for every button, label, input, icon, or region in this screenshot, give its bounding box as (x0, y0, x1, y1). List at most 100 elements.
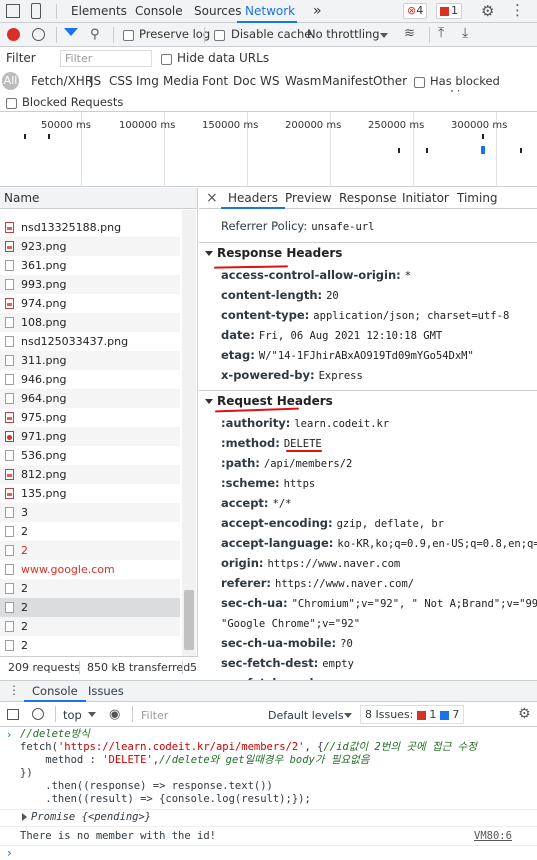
type-media[interactable]: Media (163, 74, 199, 88)
request-row[interactable]: 2 (0, 522, 180, 541)
request-row[interactable]: 108.png (0, 313, 180, 332)
header-row: sec-ch-ua-mobile: ?0 (221, 636, 353, 651)
preserve-log-checkbox[interactable] (123, 28, 134, 42)
disable-cache-checkbox[interactable] (214, 28, 225, 42)
type-fetch-xhr[interactable]: Fetch/XHR (31, 74, 93, 88)
type-ws[interactable]: WS (260, 74, 279, 88)
scrollbar-thumb[interactable] (184, 590, 194, 650)
more-tabs-button[interactable]: » (313, 0, 322, 23)
request-row[interactable]: 536.png (0, 446, 180, 465)
tab-elements[interactable]: Elements (71, 0, 127, 23)
issues-count-badge[interactable]: 1 (436, 3, 462, 19)
request-headers-section[interactable]: Request Headers (199, 390, 537, 411)
request-name: 3 (21, 506, 28, 519)
request-name: 2 (21, 601, 28, 614)
response-headers-section[interactable]: Response Headers (199, 242, 537, 263)
name-column-header[interactable]: Name (0, 188, 197, 209)
request-row[interactable]: 2 (0, 541, 180, 560)
request-row[interactable]: 923.png (0, 237, 180, 256)
console-prompt[interactable]: › (7, 846, 12, 860)
request-row-partial[interactable] (0, 209, 180, 218)
type-css[interactable]: CSS (109, 74, 133, 88)
clear-console-icon[interactable] (32, 708, 44, 720)
export-har-icon[interactable]: ⤓ (462, 25, 468, 41)
document-file-icon (5, 393, 14, 404)
network-conditions-icon[interactable]: ≋ (404, 26, 415, 41)
issues-counter[interactable]: 8 Issues: 1 7 (360, 705, 465, 724)
clear-icon[interactable] (32, 28, 45, 41)
drawer-tab-console[interactable]: Console (24, 681, 86, 702)
triangle-down-icon (205, 399, 213, 404)
request-name: 946.png (21, 373, 67, 386)
request-row[interactable]: 946.png (0, 370, 180, 389)
type-doc[interactable]: Doc (233, 74, 256, 88)
context-select[interactable]: top (63, 708, 82, 722)
request-row[interactable]: nsd13325188.png (0, 218, 180, 237)
search-icon[interactable]: ⚲ (90, 27, 100, 42)
device-toolbar-icon[interactable] (31, 3, 41, 19)
log-levels-select[interactable]: Default levels (268, 709, 344, 722)
request-row[interactable]: nsd125033437.png (0, 332, 180, 351)
request-row[interactable]: 311.png (0, 351, 180, 370)
timeline-overview[interactable]: 50000 ms 100000 ms 150000 ms 200000 ms 2… (0, 112, 537, 187)
request-row[interactable]: 2 (0, 636, 180, 655)
blocked-requests-checkbox[interactable] (6, 96, 17, 110)
request-row[interactable]: 971.png (0, 427, 180, 446)
request-row[interactable]: 135.png (0, 484, 180, 503)
request-name: 812.png (21, 468, 67, 481)
sidebar-toggle-icon[interactable] (7, 709, 19, 720)
close-icon[interactable]: × (206, 188, 218, 209)
type-manifest[interactable]: Manifest (322, 74, 373, 88)
request-row[interactable]: 993.png (0, 275, 180, 294)
drawer-tab-issues[interactable]: Issues (88, 681, 124, 702)
tab-console[interactable]: Console (135, 0, 183, 23)
more-options-icon[interactable]: ⋮ (510, 1, 525, 19)
tab-response[interactable]: Response (339, 188, 397, 209)
inspect-element-icon[interactable] (6, 4, 20, 18)
console-settings-icon[interactable]: ⚙ (518, 706, 531, 722)
import-har-icon[interactable]: ⤒ (438, 25, 444, 41)
request-row[interactable]: 2 (0, 579, 180, 598)
expand-triangle-icon[interactable] (22, 813, 27, 821)
promise-result[interactable]: Promise {<pending>} (31, 811, 151, 824)
hide-data-urls-checkbox[interactable] (161, 52, 172, 66)
error-count-badge[interactable]: ⊗4 (403, 3, 428, 19)
request-name: 2 (21, 544, 28, 557)
tab-network[interactable]: Network (237, 0, 297, 23)
settings-gear-icon[interactable]: ⚙ (481, 2, 494, 20)
record-icon[interactable] (7, 28, 20, 41)
header-value: Express (318, 370, 363, 382)
tab-preview[interactable]: Preview (285, 188, 332, 209)
request-list-scrollbar[interactable] (182, 210, 196, 666)
filter-input[interactable]: Filter (60, 50, 152, 67)
drawer-menu-icon[interactable]: ⋮ (8, 683, 20, 697)
tab-timing[interactable]: Timing (457, 188, 498, 209)
console-filter-input[interactable]: Filter (141, 709, 168, 722)
type-js[interactable]: JS (90, 74, 101, 88)
request-row[interactable]: 3 (0, 503, 180, 522)
request-row[interactable]: 975.png (0, 408, 180, 427)
tab-sources[interactable]: Sources (194, 0, 241, 23)
tab-initiator[interactable]: Initiator (402, 188, 449, 209)
eye-icon[interactable]: ◉ (109, 707, 120, 722)
type-all[interactable]: All (2, 72, 19, 90)
request-row[interactable]: 974.png (0, 294, 180, 313)
type-other[interactable]: Other (373, 74, 407, 88)
throttling-select[interactable]: No throttling (307, 26, 380, 42)
has-blocked-cookies-checkbox[interactable] (414, 75, 425, 89)
timeline-request-mark (481, 146, 485, 154)
request-row[interactable]: 2 (0, 598, 180, 617)
tab-headers[interactable]: Headers (221, 188, 285, 209)
request-row[interactable]: www.google.com (0, 560, 180, 579)
source-link[interactable]: VM80:6 (474, 830, 512, 842)
request-row[interactable]: 812.png (0, 465, 180, 484)
console-code-line: method : 'DELETE',//delete와 get일때경우 body… (20, 754, 369, 767)
request-row[interactable]: 964.png (0, 389, 180, 408)
request-row[interactable]: 2 (0, 617, 180, 636)
request-row[interactable]: 361.png (0, 256, 180, 275)
type-wasm[interactable]: Wasm (285, 74, 321, 88)
type-font[interactable]: Font (202, 74, 228, 88)
filter-icon[interactable] (64, 28, 78, 36)
type-img[interactable]: Img (136, 74, 159, 88)
request-name: 964.png (21, 392, 67, 405)
